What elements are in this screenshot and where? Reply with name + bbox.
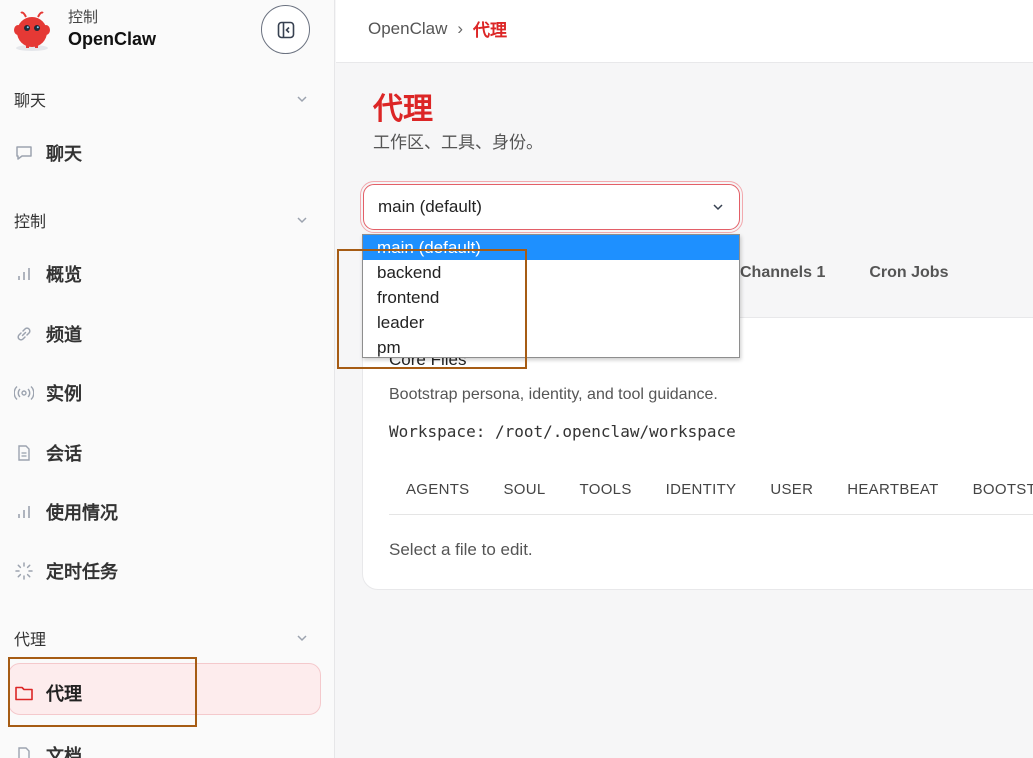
bar-chart-icon xyxy=(14,264,34,284)
document-icon xyxy=(14,443,34,463)
group-chat[interactable]: 聊天 xyxy=(14,87,309,111)
brand-name: OpenClaw xyxy=(68,29,157,49)
file-tab-agents[interactable]: AGENTS xyxy=(389,473,486,514)
page-subtitle: 工作区、工具、身份。 xyxy=(373,133,543,152)
loader-icon xyxy=(14,561,34,581)
link-icon xyxy=(14,324,34,344)
top-bar: OpenClaw › 代理 xyxy=(336,0,1033,63)
sidebar-item-label: 聊天 xyxy=(46,144,82,164)
sidebar: 控制 OpenClaw 聊天 聊天 控制 概览 频道 实例 会话 使用情况 定时… xyxy=(0,0,335,758)
message-icon xyxy=(14,143,34,163)
highlight-box-options xyxy=(337,249,527,369)
brand: 控制 OpenClaw xyxy=(10,8,156,52)
breadcrumb-separator: › xyxy=(457,18,464,38)
sidebar-item-docs[interactable]: 文档 xyxy=(14,742,82,758)
sidebar-toggle-icon xyxy=(277,21,294,38)
sidebar-item-sessions[interactable]: 会话 xyxy=(14,440,82,466)
workspace-path: Workspace: /root/.openclaw/workspace xyxy=(389,422,736,441)
card-description: Bootstrap persona, identity, and tool gu… xyxy=(389,386,718,403)
chevron-down-icon xyxy=(297,635,307,642)
sidebar-item-label: 文档 xyxy=(46,746,82,758)
file-tab-heartbeat[interactable]: HEARTBEAT xyxy=(830,473,955,514)
chevron-down-icon xyxy=(713,204,723,211)
sidebar-item-label: 实例 xyxy=(46,384,82,404)
group-label: 控制 xyxy=(14,214,47,231)
sidebar-item-label: 使用情况 xyxy=(46,503,118,523)
agent-select-focus-ring: main (default) xyxy=(360,181,743,233)
sidebar-item-chat[interactable]: 聊天 xyxy=(14,140,82,166)
file-tab-bootstrap[interactable]: BOOTSTRAP xyxy=(956,473,1033,514)
chevron-down-icon xyxy=(297,96,307,103)
sidebar-item-label: 概览 xyxy=(46,265,82,285)
sidebar-item-overview[interactable]: 概览 xyxy=(14,261,82,287)
file-tab-tools[interactable]: TOOLS xyxy=(563,473,649,514)
document-icon xyxy=(14,745,34,758)
file-tab-identity[interactable]: IDENTITY xyxy=(649,473,754,514)
bar-chart-icon xyxy=(14,502,34,522)
tab-channels[interactable]: Channels 1 xyxy=(740,264,825,282)
group-label: 代理 xyxy=(14,632,47,649)
tab-cron-jobs[interactable]: Cron Jobs xyxy=(869,264,948,282)
breadcrumb-root[interactable]: OpenClaw xyxy=(368,19,447,39)
sidebar-item-label: 会话 xyxy=(46,444,82,464)
group-control[interactable]: 控制 xyxy=(14,208,309,232)
empty-state: Select a file to edit. xyxy=(389,540,533,559)
group-agents[interactable]: 代理 xyxy=(14,626,309,650)
sidebar-item-usage[interactable]: 使用情况 xyxy=(14,499,118,525)
breadcrumb: OpenClaw › 代理 xyxy=(368,16,507,41)
file-tab-soul[interactable]: SOUL xyxy=(486,473,562,514)
file-tab-user[interactable]: USER xyxy=(753,473,830,514)
sidebar-item-cron[interactable]: 定时任务 xyxy=(14,558,118,584)
sidebar-item-instances[interactable]: 实例 xyxy=(14,380,82,406)
chevron-down-icon xyxy=(297,217,307,224)
page-title: 代理 xyxy=(373,93,433,126)
agent-select[interactable]: main (default) xyxy=(363,184,740,230)
file-tabs: AGENTS SOUL TOOLS IDENTITY USER HEARTBEA… xyxy=(389,473,1033,515)
breadcrumb-current: 代理 xyxy=(473,21,508,40)
brand-subtitle: 控制 xyxy=(68,9,99,26)
radio-icon xyxy=(14,383,34,403)
group-label: 聊天 xyxy=(14,93,47,110)
agent-tabs: Channels 1 Cron Jobs xyxy=(740,264,992,282)
sidebar-collapse-button[interactable] xyxy=(261,5,310,54)
highlight-box-sidebar-agents xyxy=(8,657,197,727)
agent-select-value: main (default) xyxy=(378,197,482,216)
openclaw-logo-icon xyxy=(10,8,54,52)
sidebar-item-channels[interactable]: 频道 xyxy=(14,321,82,347)
sidebar-item-label: 定时任务 xyxy=(46,562,118,582)
sidebar-item-label: 频道 xyxy=(46,325,82,345)
